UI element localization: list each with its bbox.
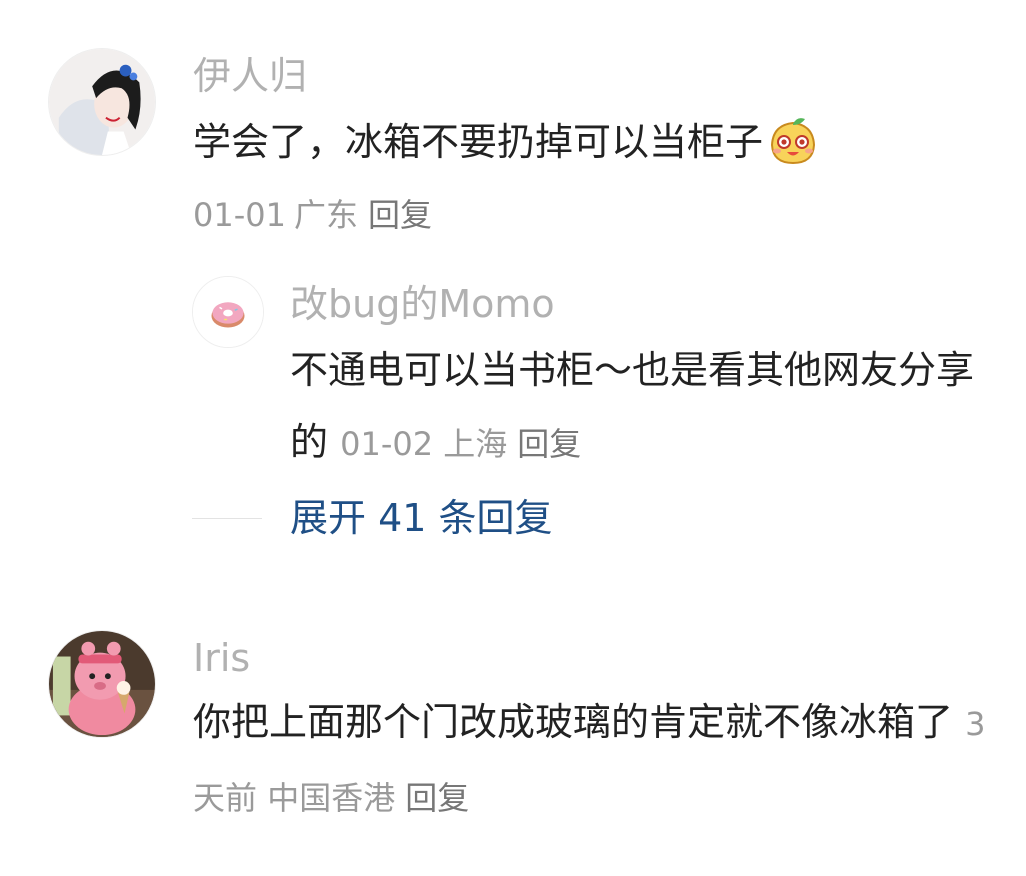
comment-text: 学会了，冰箱不要扔掉可以当柜子	[193, 120, 764, 164]
comment-location: 广东	[293, 196, 358, 234]
reply-date: 01-02	[340, 425, 434, 463]
expand-divider	[192, 518, 262, 519]
reply-button[interactable]: 回复	[517, 425, 581, 463]
expand-replies-link[interactable]: 展开 41 条回复	[290, 494, 553, 542]
reply-meta: 01-02 上海 回复	[340, 425, 581, 463]
reply-button[interactable]: 回复	[368, 196, 432, 234]
comment-username[interactable]: Iris	[193, 634, 250, 682]
comment-text-block: 你把上面那个门改成玻璃的肯定就不像冰箱了 3天前 中国香港 回复	[193, 686, 1003, 834]
comment-username[interactable]: 伊人归	[193, 52, 307, 100]
comment-text: 你把上面那个门改成玻璃的肯定就不像冰箱了	[193, 700, 954, 744]
reply-button[interactable]: 回复	[405, 779, 469, 817]
avatar[interactable]	[48, 630, 156, 738]
reply-username[interactable]: 改bug的Momo	[290, 280, 555, 328]
avatar[interactable]	[48, 48, 156, 156]
reply-text-block: 不通电可以当书柜～也是看其他网友分享的 01-02 上海 回复	[290, 334, 1000, 480]
smiling-mango-emoji-icon	[767, 115, 819, 167]
pink-bear-avatar-image	[49, 631, 155, 737]
user-avatar-image	[49, 49, 155, 155]
comment-location: 中国香港	[267, 779, 396, 817]
donut-avatar-image	[193, 277, 263, 347]
comment-date: 01-01	[193, 196, 286, 234]
comment-meta: 01-01 广东 回复	[193, 190, 432, 236]
comment-text-row: 学会了，冰箱不要扔掉可以当柜子	[193, 106, 993, 178]
reply-location: 上海	[443, 425, 508, 463]
avatar[interactable]	[192, 276, 264, 348]
